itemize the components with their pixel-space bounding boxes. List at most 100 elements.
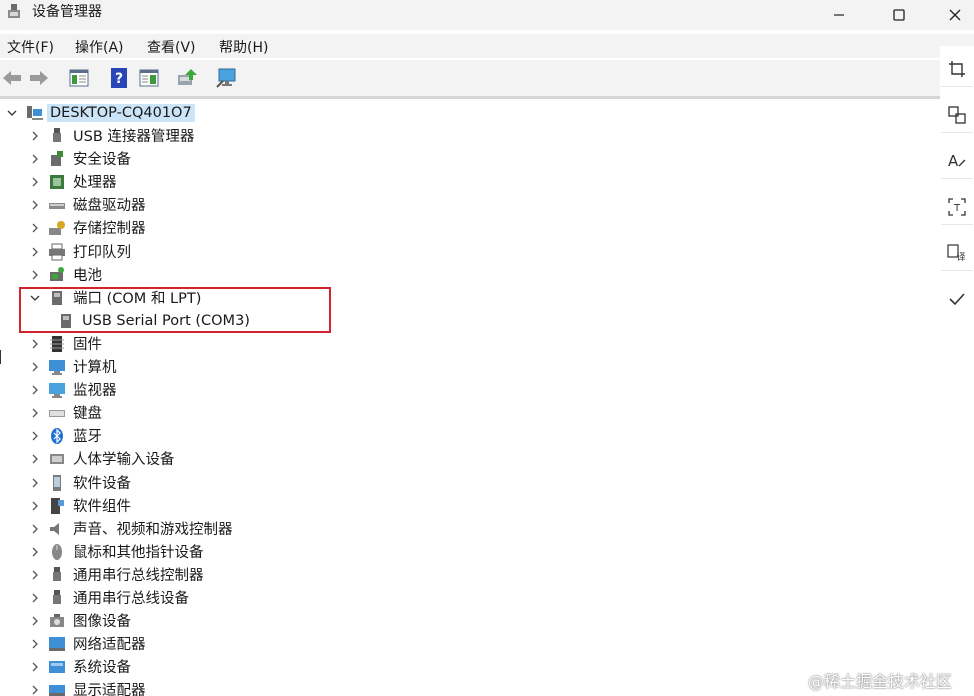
chevron-right-icon[interactable] — [27, 382, 43, 398]
tree-item-label: 通用串行总线设备 — [73, 591, 189, 607]
chevron-right-icon[interactable] — [27, 636, 43, 652]
chevron-right-icon[interactable] — [27, 359, 43, 375]
chevron-right-icon[interactable] — [27, 151, 43, 167]
chevron-right-icon[interactable] — [27, 244, 43, 260]
menu-file[interactable]: 文件(F) — [7, 37, 54, 57]
chevron-right-icon[interactable] — [27, 405, 43, 421]
chevron-right-icon[interactable] — [27, 590, 43, 606]
tree-category-item[interactable]: 监视器 — [27, 378, 117, 401]
chevron-right-icon[interactable] — [27, 220, 43, 236]
show-hide-console-tree-icon[interactable] — [68, 67, 90, 89]
tree-category-item[interactable]: 通用串行总线控制器 — [27, 563, 204, 586]
keyboard-icon — [47, 403, 67, 423]
processor-icon — [47, 172, 67, 192]
tree-category-item[interactable]: USB 连接器管理器 — [27, 124, 194, 147]
tree-category-item[interactable]: 处理器 — [27, 170, 117, 193]
tree-category-item[interactable]: 打印队列 — [27, 240, 131, 263]
toolbar: ? — [0, 60, 940, 99]
chevron-right-icon[interactable] — [27, 174, 43, 190]
chevron-right-icon[interactable] — [27, 521, 43, 537]
computer-icon — [47, 357, 67, 377]
scan-hardware-icon[interactable] — [216, 67, 238, 89]
chevron-right-icon[interactable] — [27, 682, 43, 696]
window-title: 设备管理器 — [32, 4, 102, 20]
tree-category-item[interactable]: 软件设备 — [27, 471, 131, 494]
tree-category-item[interactable]: 通用串行总线设备 — [27, 586, 189, 609]
translate-icon[interactable]: 译 — [941, 236, 973, 271]
chevron-down-icon[interactable] — [27, 290, 43, 306]
confirm-check-icon[interactable] — [941, 282, 973, 316]
menu-action[interactable]: 操作(A) — [75, 37, 124, 57]
maximize-button[interactable] — [876, 0, 922, 30]
chevron-right-icon[interactable] — [27, 659, 43, 675]
tree-item-label: USB Serial Port (COM3) — [82, 312, 250, 329]
svg-text:译: 译 — [956, 252, 965, 262]
tree-child-item[interactable]: USB Serial Port (COM3) — [56, 309, 250, 332]
system-device-icon — [47, 657, 67, 677]
tree-category-item[interactable]: 电池 — [27, 263, 102, 286]
chevron-right-icon[interactable] — [27, 197, 43, 213]
chevron-right-icon[interactable] — [27, 336, 43, 352]
tree-item-label: 存储控制器 — [73, 221, 146, 237]
firmware-icon — [47, 334, 67, 354]
tree-category-item[interactable]: 软件组件 — [27, 494, 131, 517]
chevron-right-icon[interactable] — [27, 544, 43, 560]
device-tree: DESKTOP-CQ401O7 USB 连接器管理器 安全设备处理器磁盘驱动器存储… — [0, 100, 942, 696]
update-driver-icon[interactable] — [176, 67, 198, 89]
battery-icon — [47, 265, 67, 285]
chevron-down-icon[interactable] — [4, 105, 20, 121]
tree-item-label: 显示适配器 — [73, 683, 146, 696]
forward-arrow-icon[interactable] — [28, 67, 50, 89]
tree-category-item[interactable]: 安全设备 — [27, 147, 131, 170]
tree-category-item[interactable]: 显示适配器 — [27, 678, 146, 696]
tree-item-label: 监视器 — [73, 383, 117, 399]
chevron-right-icon[interactable] — [27, 475, 43, 491]
svg-text:?: ? — [115, 71, 123, 87]
text-style-icon[interactable]: A — [941, 144, 973, 179]
tree-category-item[interactable]: 系统设备 — [27, 655, 131, 678]
tree-category-item[interactable]: 蓝牙 — [27, 424, 102, 447]
tree-item-label: 固件 — [73, 337, 102, 353]
bluetooth-icon — [47, 426, 67, 446]
edge-marker — [0, 350, 1, 364]
chevron-right-icon[interactable] — [27, 267, 43, 283]
tree-category-item[interactable]: 端口 (COM 和 LPT) — [27, 286, 201, 309]
chevron-right-icon[interactable] — [27, 128, 43, 144]
tree-item-label: 处理器 — [73, 175, 117, 191]
tree-item-label: 电池 — [73, 268, 102, 284]
network-adapter-icon — [47, 634, 67, 654]
properties-pane-icon[interactable] — [138, 67, 160, 89]
tree-category-item[interactable]: 鼠标和其他指针设备 — [27, 540, 204, 563]
tree-category-item[interactable]: 键盘 — [27, 401, 102, 424]
menu-view[interactable]: 查看(V) — [147, 37, 196, 57]
storage-controller-icon — [47, 218, 67, 238]
tree-category-item[interactable]: 图像设备 — [27, 609, 131, 632]
tree-category-item[interactable]: 网络适配器 — [27, 632, 146, 655]
tree-category-item[interactable]: 磁盘驱动器 — [27, 193, 146, 216]
back-arrow-icon[interactable] — [1, 67, 23, 89]
tree-item-label: 系统设备 — [73, 660, 131, 676]
minimize-button[interactable] — [816, 0, 862, 30]
tree-category-item[interactable]: 声音、视频和游戏控制器 — [27, 517, 233, 540]
tree-category-item[interactable]: 计算机 — [27, 355, 117, 378]
tree-item-label: 软件组件 — [73, 499, 131, 515]
crop-icon[interactable] — [941, 52, 973, 87]
help-icon[interactable]: ? — [108, 67, 130, 89]
device-manager-app-icon — [6, 3, 22, 21]
tree-category-item[interactable]: 存储控制器 — [27, 216, 146, 239]
tree-category-item[interactable]: 固件 — [27, 332, 102, 355]
tree-item-label: 鼠标和其他指针设备 — [73, 545, 204, 561]
chevron-right-icon[interactable] — [27, 451, 43, 467]
tree-category-item[interactable]: 人体学输入设备 — [27, 447, 175, 470]
text-recognition-icon[interactable]: T — [941, 190, 973, 225]
chevron-right-icon[interactable] — [27, 498, 43, 514]
menu-help[interactable]: 帮助(H) — [219, 37, 268, 57]
close-button[interactable] — [936, 0, 974, 30]
chevron-right-icon[interactable] — [27, 428, 43, 444]
tree-root[interactable]: DESKTOP-CQ401O7 — [4, 101, 195, 124]
chevron-right-icon[interactable] — [27, 613, 43, 629]
display-adapter-icon — [47, 680, 67, 696]
chevron-right-icon[interactable] — [27, 567, 43, 583]
tree-item-label: 声音、视频和游戏控制器 — [73, 522, 233, 538]
copy-region-icon[interactable] — [941, 98, 973, 133]
